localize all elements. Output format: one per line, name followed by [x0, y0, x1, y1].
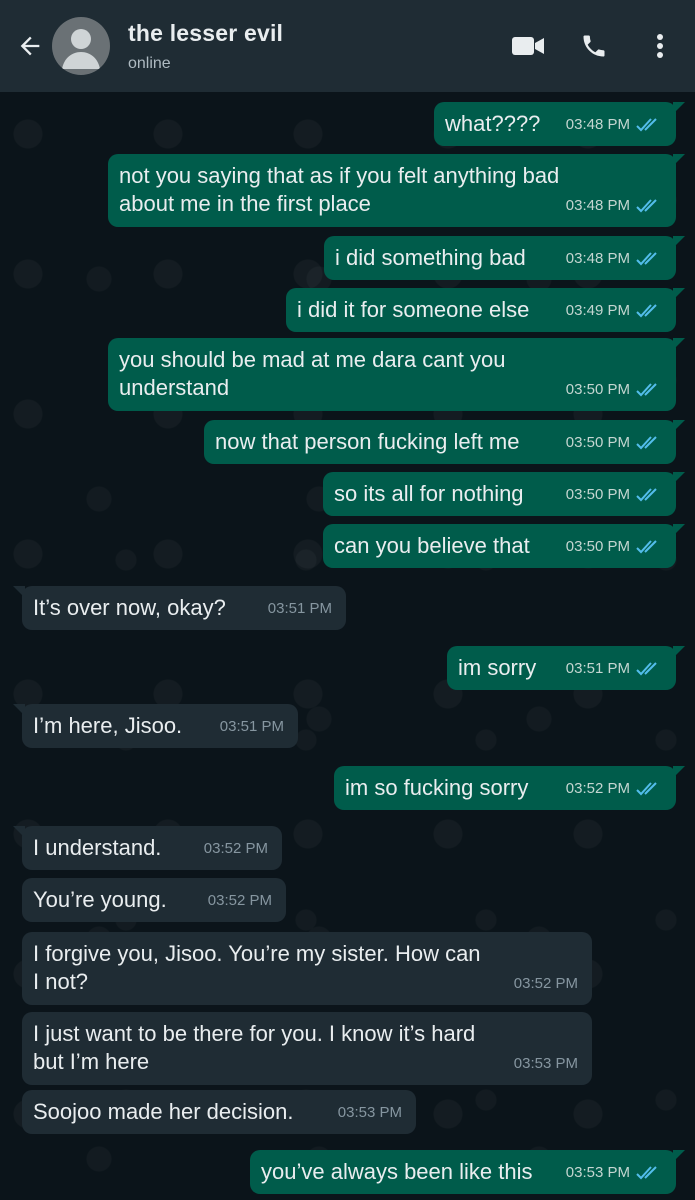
- message-meta: 03:49 PM: [566, 297, 662, 325]
- message-meta: 03:53 PM: [514, 1050, 578, 1078]
- outgoing-message[interactable]: so its all for nothing 03:50 PM: [323, 472, 685, 516]
- message-meta: 03:48 PM: [566, 192, 662, 220]
- message-text: I’m here, Jisoo.: [33, 713, 183, 738]
- read-receipt-icon: [636, 252, 657, 266]
- read-receipt-icon: [636, 1166, 657, 1180]
- message-text: i did it for someone else: [297, 297, 530, 322]
- message-time: 03:48 PM: [565, 197, 630, 214]
- incoming-message[interactable]: It’s over now, okay? 03:51 PM: [13, 586, 346, 630]
- incoming-message[interactable]: I forgive you, Jisoo. You’re my sister. …: [22, 932, 592, 1005]
- read-receipt-icon: [636, 662, 657, 676]
- message-meta: 03:52 PM: [208, 887, 272, 915]
- chat-messages[interactable]: what???? 03:48 PM not you saying that as i…: [0, 92, 695, 1200]
- incoming-message[interactable]: I’m here, Jisoo. 03:51 PM: [13, 704, 298, 748]
- read-receipt-icon: [636, 383, 657, 397]
- outgoing-message[interactable]: you’ve always been like this 03:53 PM: [250, 1150, 685, 1194]
- message-meta: 03:53 PM: [566, 1159, 662, 1187]
- outgoing-message[interactable]: im so fucking sorry 03:52 PM: [334, 766, 685, 810]
- contact-name: the lesser evil: [128, 19, 284, 46]
- read-receipt-icon: [636, 199, 657, 213]
- contact-info[interactable]: the lesser evil online: [128, 20, 503, 73]
- more-options-icon[interactable]: [635, 21, 685, 71]
- message-time: 03:52 PM: [513, 975, 578, 992]
- message-meta: 03:51 PM: [566, 655, 662, 683]
- read-receipt-icon: [636, 488, 657, 502]
- message-text: You’re young.: [33, 887, 167, 912]
- message-time: 03:51 PM: [565, 660, 630, 677]
- outgoing-message[interactable]: now that person fucking left me 03:50 PM: [204, 420, 685, 464]
- video-call-icon[interactable]: [503, 21, 553, 71]
- message-time: 03:51 PM: [267, 600, 332, 617]
- message-time: 03:53 PM: [337, 1104, 402, 1121]
- read-receipt-icon: [636, 540, 657, 554]
- message-time: 03:50 PM: [565, 381, 630, 398]
- incoming-message[interactable]: I just want to be there for you. I know …: [22, 1012, 592, 1085]
- message-meta: 03:52 PM: [514, 970, 578, 998]
- outgoing-message[interactable]: i did it for someone else 03:49 PM: [286, 288, 685, 332]
- message-time: 03:50 PM: [565, 434, 630, 451]
- chat-header: the lesser evil online: [0, 0, 695, 92]
- read-receipt-icon: [636, 118, 657, 132]
- incoming-message[interactable]: You’re young. 03:52 PM: [22, 878, 286, 922]
- incoming-message[interactable]: I understand. 03:52 PM: [13, 826, 282, 870]
- message-text: now that person fucking left me: [215, 429, 520, 454]
- message-text: im so fucking sorry: [345, 775, 529, 800]
- contact-status: online: [128, 54, 171, 72]
- message-text: not you saying that as if you felt anyth…: [119, 163, 560, 216]
- outgoing-message[interactable]: im sorry 03:51 PM: [447, 646, 685, 690]
- voice-call-icon[interactable]: [569, 21, 619, 71]
- message-time: 03:48 PM: [565, 116, 630, 133]
- message-text: I just want to be there for you. I know …: [33, 1021, 476, 1074]
- message-text: you’ve always been like this: [261, 1159, 533, 1184]
- message-meta: 03:53 PM: [338, 1099, 402, 1127]
- message-meta: 03:48 PM: [566, 245, 662, 273]
- message-text: I understand.: [33, 835, 162, 860]
- message-text: so its all for nothing: [334, 481, 524, 506]
- outgoing-message[interactable]: can you believe that 03:50 PM: [323, 524, 685, 568]
- message-text: you should be mad at me dara cant you un…: [119, 347, 506, 400]
- outgoing-message[interactable]: what???? 03:48 PM: [434, 102, 685, 146]
- message-meta: 03:50 PM: [566, 376, 662, 404]
- message-text: can you believe that: [334, 533, 530, 558]
- message-time: 03:52 PM: [203, 840, 268, 857]
- message-time: 03:48 PM: [565, 250, 630, 267]
- message-meta: 03:51 PM: [220, 713, 284, 741]
- message-text: i did something bad: [335, 245, 526, 270]
- message-meta: 03:50 PM: [566, 481, 662, 509]
- outgoing-message[interactable]: you should be mad at me dara cant you un…: [108, 338, 685, 411]
- message-meta: 03:48 PM: [566, 111, 662, 139]
- message-meta: 03:52 PM: [566, 775, 662, 803]
- outgoing-message[interactable]: not you saying that as if you felt anyth…: [108, 154, 685, 227]
- message-time: 03:49 PM: [565, 302, 630, 319]
- message-time: 03:53 PM: [513, 1055, 578, 1072]
- message-time: 03:51 PM: [219, 718, 284, 735]
- read-receipt-icon: [636, 436, 657, 450]
- header-actions: [503, 21, 685, 71]
- message-meta: 03:51 PM: [268, 595, 332, 623]
- message-time: 03:53 PM: [565, 1164, 630, 1181]
- message-time: 03:52 PM: [565, 780, 630, 797]
- incoming-message[interactable]: Soojoo made her decision. 03:53 PM: [22, 1090, 416, 1134]
- message-time: 03:52 PM: [207, 892, 272, 909]
- message-text: im sorry: [458, 655, 537, 680]
- message-text: I forgive you, Jisoo. You’re my sister. …: [33, 941, 481, 994]
- message-meta: 03:50 PM: [566, 533, 662, 561]
- message-time: 03:50 PM: [565, 486, 630, 503]
- message-text: It’s over now, okay?: [33, 595, 226, 620]
- message-text: Soojoo made her decision.: [33, 1099, 294, 1124]
- message-meta: 03:50 PM: [566, 429, 662, 457]
- read-receipt-icon: [636, 782, 657, 796]
- outgoing-message[interactable]: i did something bad 03:48 PM: [324, 236, 685, 280]
- message-time: 03:50 PM: [565, 538, 630, 555]
- read-receipt-icon: [636, 304, 657, 318]
- message-text: what????: [445, 111, 541, 136]
- message-meta: 03:52 PM: [204, 835, 268, 863]
- back-arrow-icon[interactable]: [10, 26, 50, 66]
- avatar[interactable]: [52, 17, 110, 75]
